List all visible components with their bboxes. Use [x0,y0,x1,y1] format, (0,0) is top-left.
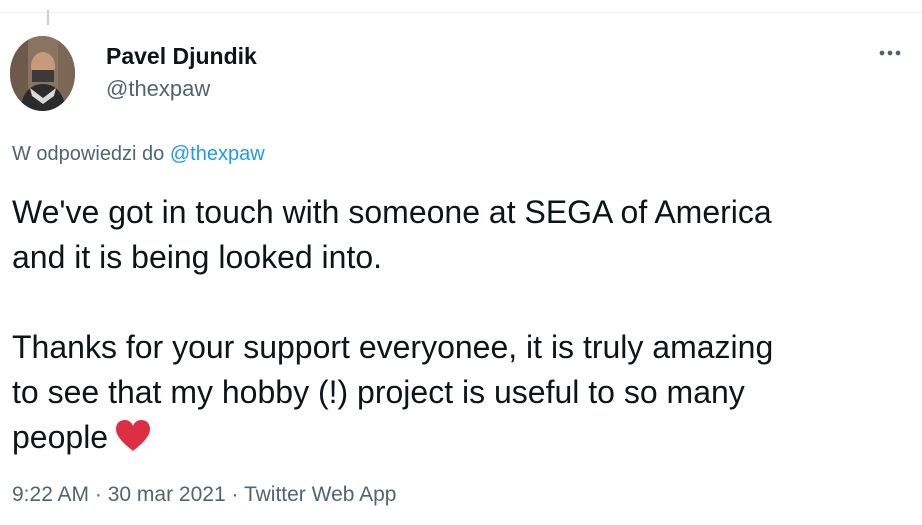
tweet-metadata: 9:22 AM · 30 mar 2021 · Twitter Web App [12,482,396,508]
reply-mention-link[interactable]: @thexpaw [170,143,265,165]
meta-separator: · [89,483,108,506]
tweet-text-line: to see that my hobby (!) project is usef… [12,374,745,410]
reply-context: W odpowiedzi do @thexpaw [12,141,265,167]
tweet-text-line: people [12,419,109,455]
tweet-top-border [0,12,922,13]
reply-context-prefix: W odpowiedzi do [12,143,165,165]
meta-separator: · [225,483,244,506]
thread-connector-line [47,10,49,25]
tweet-text-last-line: people [12,415,907,464]
more-options-button[interactable] [872,40,908,66]
tweet-source[interactable]: Twitter Web App [244,483,397,506]
author-handle[interactable]: @thexpaw [106,76,210,102]
avatar[interactable] [10,36,75,111]
tweet-time[interactable]: 9:22 AM [12,483,89,506]
tweet-text-line: Thanks for your support everyonee, it is… [12,329,774,365]
heart-icon [114,418,152,464]
tweet-text-line: and it is being looked into. [12,239,383,275]
avatar-image [10,36,75,111]
tweet-text: We've got in touch with someone at SEGA … [12,190,907,464]
author-name[interactable]: Pavel Djundik [106,42,257,70]
tweet-text-line: We've got in touch with someone at SEGA … [12,194,772,230]
more-horizontal-icon [879,50,901,56]
tweet-date[interactable]: 30 mar 2021 [108,483,226,506]
